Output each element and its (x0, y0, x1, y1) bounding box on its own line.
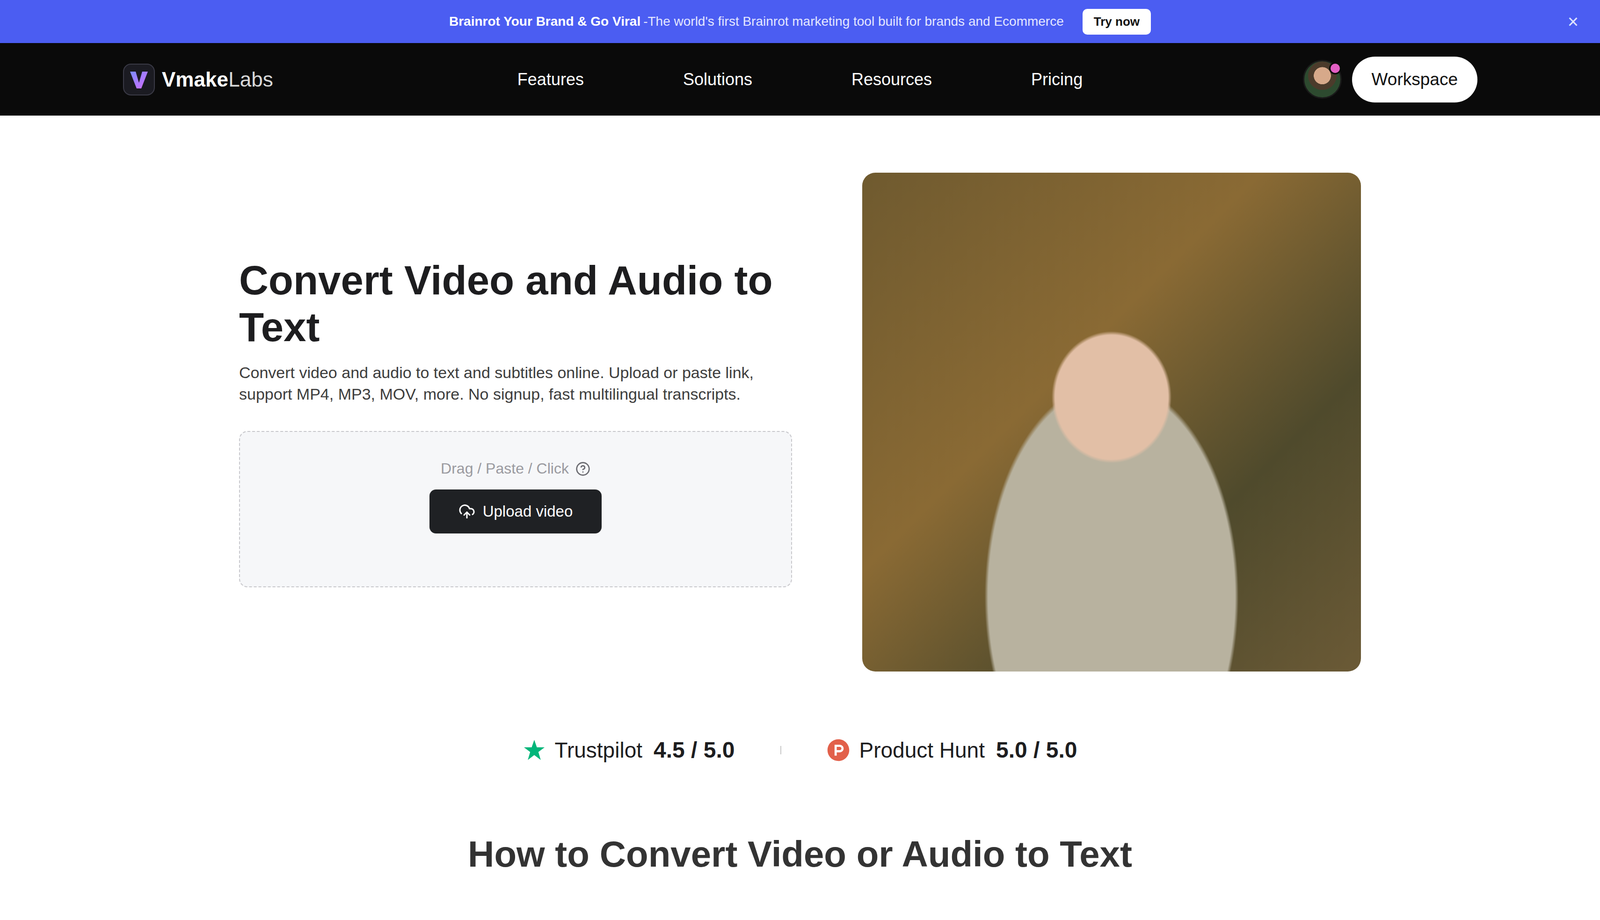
upload-hint: Drag / Paste / Click (440, 459, 591, 478)
ratings: Trustpilot 4.5 / 5.0 Product Hunt 5.0 / 5.0 (0, 736, 1600, 763)
banner-description: -The world's first Brainrot marketing to… (643, 14, 1064, 30)
trustpilot-star-icon (523, 738, 546, 762)
navbar: Vmake Labs Features Solutions Resources Pric… (0, 43, 1600, 116)
nav-item[interactable]: Solutions (683, 69, 753, 90)
hero-subtitle: Convert video and audio to text and subt… (239, 361, 793, 405)
rating-score: 4.5 / 5.0 (653, 736, 735, 763)
page: Brainrot Your Brand & Go Viral-The world… (0, 0, 1600, 920)
product-hunt-icon (827, 738, 850, 762)
avatar-badge (1329, 62, 1342, 75)
rating: Trustpilot 4.5 / 5.0 (523, 736, 735, 763)
upload-icon (458, 502, 476, 520)
vmake-logo-icon (122, 63, 156, 96)
try-now-button[interactable]: Try now (1082, 8, 1151, 35)
hero-title: Convert Video and Audio to Text (239, 256, 793, 351)
hero: Convert Video and Audio to Text Convert v… (0, 115, 1600, 672)
rating-score: 5.0 / 5.0 (996, 736, 1077, 763)
nav-actions: Workspace (1082, 56, 1478, 103)
help-icon[interactable] (575, 461, 591, 477)
rating-name: Trustpilot (554, 737, 643, 763)
nav-item[interactable]: Pricing (1031, 69, 1083, 90)
hero-image (862, 172, 1361, 672)
promo-banner: Brainrot Your Brand & Go Viral-The world… (0, 0, 1600, 44)
user-avatar[interactable] (1302, 59, 1342, 99)
upload-video-button[interactable]: Upload video (429, 489, 603, 534)
workspace-button[interactable]: Workspace (1352, 56, 1478, 103)
upload-dropzone[interactable]: Drag / Paste / Click Upload video (239, 430, 793, 588)
close-banner-button[interactable]: × (1564, 11, 1582, 32)
nav-item[interactable]: Features (517, 69, 584, 90)
banner-headline: Brainrot Your Brand & Go Viral (449, 14, 641, 30)
hero-content: Convert Video and Audio to Text Convert v… (239, 256, 793, 588)
rating-name: Product Hunt (858, 737, 985, 763)
nav-item[interactable]: Resources (851, 69, 932, 90)
rating: Product Hunt 5.0 / 5.0 (827, 736, 1077, 763)
ratings-divider (780, 745, 782, 755)
nav-menu: Features Solutions Resources Pricing (517, 69, 1083, 90)
logo-wordmark: Vmake Labs (161, 67, 274, 92)
banner-text: Brainrot Your Brand & Go Viral-The world… (449, 14, 1064, 30)
section-title: How to Convert Video or Audio to Text (0, 832, 1600, 876)
logo[interactable]: Vmake Labs (122, 63, 518, 96)
